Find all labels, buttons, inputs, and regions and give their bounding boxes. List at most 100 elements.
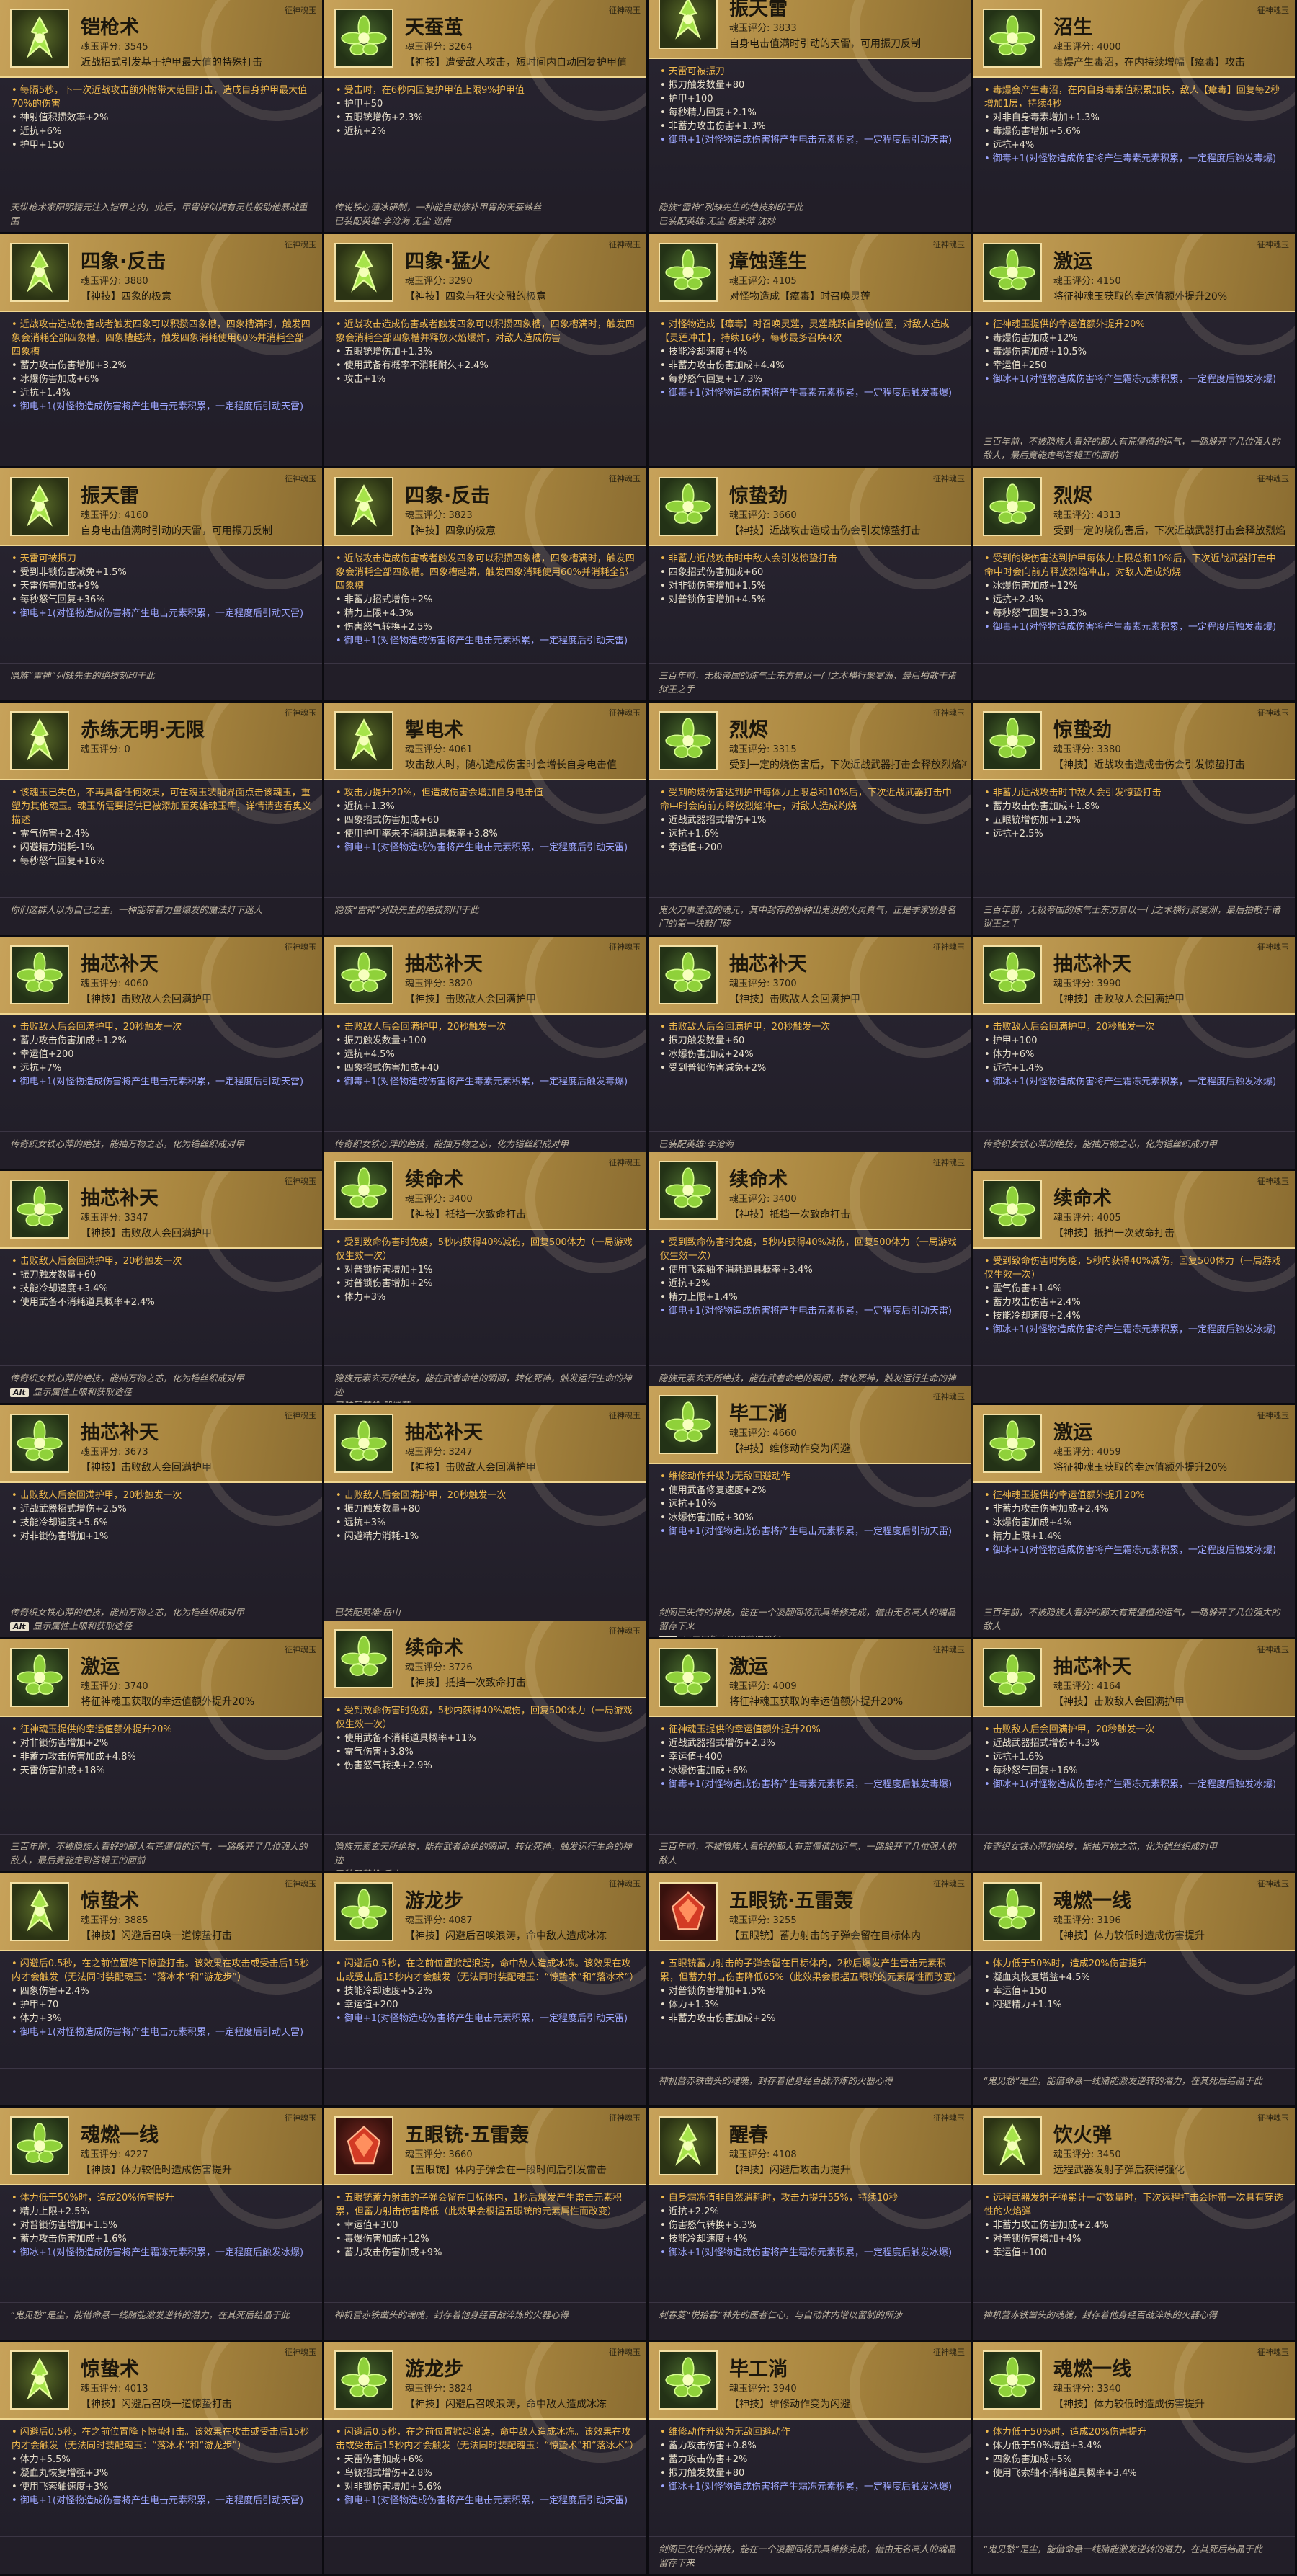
item-skill-summary: 将征神魂玉获取的幸运值额外提升20%	[81, 1696, 255, 1708]
item-name: 激运	[1053, 251, 1092, 273]
stat-line: • 幸运值+250	[984, 360, 1047, 371]
element-stat-line: • 御电+1(对怪物造成伤害将产生电击元素积累，一定程度后引动天雷)	[12, 2495, 304, 2506]
item-tooltip-card[interactable]: 振天雷 魂玉评分: 4160 自身电击值满时引动的天雷，可用振刀反制 征神魂玉 • 天雷…	[0, 468, 324, 703]
item-score: 魂玉评分: 3400	[729, 1194, 797, 1205]
item-name: 饮火弹	[1053, 2124, 1112, 2147]
lore-text: 传说铁心薄冰研制，一种能自动修补甲胄的天蚕蛛丝 已装配英雄:李沧海 无尘 迦南	[324, 195, 646, 232]
lore-text: 你们这群人以为自己之主，一种能带着力量爆发的魔法灯下迷人	[0, 897, 322, 935]
item-score: 魂玉评分: 3196	[1053, 1915, 1121, 1926]
quality-tag: 征神魂玉	[285, 474, 316, 483]
card-header: 抽芯补天 魂玉评分: 3700 【神技】击败敌人会回满护甲 征神魂玉	[648, 937, 971, 1058]
item-tooltip-card[interactable]: 赤练无明·无限 魂玉评分: 0 征神魂玉 • 该魂玉已失色，不再具备任何效果，可在魂玉…	[0, 703, 324, 937]
item-tooltip-card[interactable]: 激运 魂玉评分: 3740 将征神魂玉获取的幸运值额外提升20% 征神魂玉 • 征神魂玉…	[0, 1639, 324, 1873]
item-tooltip-card[interactable]: 激运 魂玉评分: 4009 将征神魂玉获取的幸运值额外提升20% 征神魂玉 • 征神魂玉…	[648, 1639, 973, 1873]
alt-hint-row[interactable]: Alt显示属性上限和获取途径	[10, 1384, 312, 1398]
item-skill-summary: 【神技】击败敌人会回满护甲	[81, 994, 212, 1005]
element-stat-line: • 御电+1(对怪物造成伤害将产生电击元素积累，一定程度后引动天雷)	[660, 135, 953, 146]
quality-tag: 征神魂玉	[609, 708, 641, 718]
lore-text: 天纵枪术家阳明精元注入铠甲之内，此后，甲胄好似拥有灵性般助他暴战重围	[0, 195, 322, 232]
element-stat-line: • 御冰+1(对怪物造成伤害将产生霜冻元素积累，一定程度后触发冰爆)	[984, 1324, 1277, 1335]
stat-line: • 伤害怒气转换+2.5%	[336, 622, 432, 633]
quality-tag: 征神魂玉	[285, 1645, 316, 1654]
item-tooltip-card[interactable]: 四象·反击 魂玉评分: 3880 【神技】四象的极意 征神魂玉 • 近战攻击造成伤害或者…	[0, 234, 324, 468]
card-header: 续命术 魂玉评分: 3400 【神技】抵挡一次致命打击 征神魂玉	[324, 1152, 646, 1273]
item-tooltip-card[interactable]: 抽芯补天 魂玉评分: 3347 【神技】击败敌人会回满护甲 征神魂玉 • 击败敌人后会回…	[0, 1171, 324, 1405]
item-tooltip-card[interactable]: 抽芯补天 魂玉评分: 3820 【神技】击败敌人会回满护甲 征神魂玉 • 击败敌人后会回…	[324, 937, 648, 1171]
item-tooltip-card[interactable]: 毕工淌 魂玉评分: 4660 【神技】维修动作变为闪避 征神魂玉 • 维修动作升级为无敌…	[648, 1386, 973, 1639]
alt-hint-text: 显示属性上限和获取途径	[682, 1634, 781, 1637]
card-header: 魂燃一线 魂玉评分: 3340 【神技】体力较低时造成伤害提升 征神魂玉	[973, 2342, 1295, 2463]
item-tooltip-card[interactable]: 惊蛰术 魂玉评分: 4013 【神技】闪避后召唤一道惊蛰打击 征神魂玉 • 闪避后0.5…	[0, 2342, 324, 2576]
item-tooltip-card[interactable]: 振天雷魂玉评分: 3833自身电击值满时引动的天雷，可用振刀反制征神魂玉• 天雷…	[648, 0, 973, 234]
item-tooltip-card[interactable]: 烈烬 魂玉评分: 3315 受到一定的烧伤害后，下次近战武器打击会释放烈焰冲击 征神魂…	[648, 703, 973, 937]
stat-line: • 毒爆伤害增加+5.6%	[984, 126, 1081, 137]
item-name: 续命术	[405, 1637, 463, 1659]
item-tooltip-card[interactable]: 沼生 魂玉评分: 4000 毒爆产生毒沼，在内持续增幅【瘴毒】攻击 征神魂玉 • 毒爆会…	[973, 0, 1297, 234]
equip-prefix: 已装配英雄:	[659, 215, 707, 226]
alt-hint-row[interactable]: Alt显示属性上限和获取途径	[659, 1632, 961, 1637]
stat-line: • 技能冷却速度+2.4%	[984, 1311, 1081, 1322]
stat-line: • 蓄力攻击伤害增加+3.2%	[12, 360, 127, 371]
lore-text: 传奇织女铁心萍的绝技，能抽万物之芯，化为铠丝织成对甲	[0, 1131, 322, 1169]
quality-tag: 征神魂玉	[1257, 1411, 1289, 1420]
item-tooltip-card[interactable]: 醒春 魂玉评分: 4108 【神技】闪避后攻击力提升 征神魂玉 • 自身霜冻值非自然消耗…	[648, 2108, 973, 2342]
item-tooltip-card[interactable]: 魂燃一线 魂玉评分: 4227 【神技】体力较低时造成伤害提升 征神魂玉 • 体力低于5…	[0, 2108, 324, 2342]
item-tooltip-card[interactable]: 惊蛰劲 魂玉评分: 3660 【神技】近战攻击造成击伤会引发惊蛰打击 征神魂玉 • 非蓄…	[648, 468, 973, 703]
item-tooltip-card[interactable]: 激运 魂玉评分: 4059 将征神魂玉获取的幸运值额外提升20% 征神魂玉 • 征神魂玉…	[973, 1405, 1297, 1639]
item-tooltip-card[interactable]: 惊蛰术 魂玉评分: 3885 【神技】闪避后召唤一道惊蛰打击 征神魂玉 • 闪避后0.5…	[0, 1873, 324, 2108]
item-tooltip-card[interactable]: 饮火弹 魂玉评分: 3450 远程武器发射子弹后获得强化 征神魂玉 • 远程武器发射子弹…	[973, 2108, 1297, 2342]
item-tooltip-card[interactable]: 续命术 魂玉评分: 4005 【神技】抵挡一次致命打击 征神魂玉 • 受到致命伤害时免疫…	[973, 1171, 1297, 1405]
soul-jade-gem-icon	[659, 1882, 718, 1941]
equip-prefix: 已装配英雄:	[334, 1607, 383, 1618]
item-tooltip-card[interactable]: 魂燃一线 魂玉评分: 3196 【神技】体力较低时造成伤害提升 征神魂玉 • 体力低于5…	[973, 1873, 1297, 2108]
item-tooltip-card[interactable]: 五眼铳·五雷轰 魂玉评分: 3660 【五眼铳】体内子弹会在一段时间后引发雷击 征神魂…	[324, 2108, 648, 2342]
item-tooltip-card[interactable]: 抽芯补天 魂玉评分: 3700 【神技】击败敌人会回满护甲 征神魂玉 • 击败敌人后会回…	[648, 937, 973, 1171]
stat-line: • 每秒精力回复+2.1%	[660, 107, 757, 118]
quality-tag: 征神魂玉	[285, 2348, 316, 2357]
card-header: 游龙步 魂玉评分: 4087 【神技】闪避后召唤浪涛，命中敌人造成冰冻 征神魂玉	[324, 1873, 646, 1995]
item-tooltip-card[interactable]: 抽芯补天 魂玉评分: 4060 【神技】击败敌人会回满护甲 征神魂玉 • 击败敌人后会回…	[0, 937, 324, 1171]
lore-text: 刺春菱“悦拾春”林先的医者仁心，与自动体内增以留制的所涉	[648, 2302, 971, 2340]
equip-prefix: 已装配英雄:	[334, 215, 383, 226]
soul-jade-flower-icon	[983, 9, 1042, 68]
item-tooltip-card[interactable]: 抽芯补天 魂玉评分: 3247 【神技】击败敌人会回满护甲 征神魂玉 • 击败敌人后会回…	[324, 1405, 648, 1639]
item-tooltip-card[interactable]: 惊蛰劲 魂玉评分: 3380 【神技】近战攻击造成击伤会引发惊蛰打击 征神魂玉 • 非蓄…	[973, 703, 1297, 937]
item-tooltip-card[interactable]: 四象·猛火 魂玉评分: 3290 【神技】四象与狂火交融的极意 征神魂玉 • 近战攻击造…	[324, 234, 648, 468]
card-header: 续命术 魂玉评分: 4005 【神技】抵挡一次致命打击 征神魂玉	[973, 1171, 1295, 1292]
item-tooltip-card[interactable]: 续命术 魂玉评分: 3400 【神技】抵挡一次致命打击 征神魂玉 • 受到致命伤害时免疫…	[648, 1152, 973, 1405]
item-tooltip-card[interactable]: 魂燃一线 魂玉评分: 3340 【神技】体力较低时造成伤害提升 征神魂玉 • 体力低于5…	[973, 2342, 1297, 2576]
item-tooltip-card[interactable]: 铠枪术 魂玉评分: 3545 近战招式引发基于护甲最大值的特殊打击 征神魂玉 • 每隔5…	[0, 0, 324, 234]
lore-line: 剑阁已失传的神技，能在一个凌翻间将武具维修完成，借由无名高人的魂晶留存下来	[659, 2544, 956, 2568]
item-tooltip-card[interactable]: 续命术 魂玉评分: 3726 【神技】抵挡一次致命打击 征神魂玉 • 受到致命伤害时免疫…	[324, 1621, 648, 1873]
alt-hint-row[interactable]: Alt显示属性上限和获取途径	[10, 1618, 312, 1632]
lore-line: 神机营赤铁凿头的魂魄，封存着他身经百战淬炼的火器心得	[659, 2075, 893, 2086]
stat-line: • 幸运值+200	[660, 842, 723, 853]
item-tooltip-card[interactable]: 抽芯补天 魂玉评分: 3990 【神技】击败敌人会回满护甲 征神魂玉 • 击败敌人后会回…	[973, 937, 1297, 1171]
item-tooltip-card[interactable]: 烈烬 魂玉评分: 4313 受到一定的烧伤害后，下次近战武器打击会释放烈焰 征神魂玉 •…	[973, 468, 1297, 703]
stat-line: • 幸运值+100	[984, 2247, 1047, 2258]
item-tooltip-card[interactable]: 抽芯补天 魂玉评分: 4164 【神技】击败敌人会回满护甲 征神魂玉 • 击败敌人后会回…	[973, 1639, 1297, 1873]
stat-line: • 闪避精力+1.1%	[984, 2000, 1062, 2010]
stat-line: • 使用飞索轴速度+3%	[12, 2482, 109, 2492]
item-tooltip-card[interactable]: 毕工淌 魂玉评分: 3940 【神技】维修动作变为闪避 征神魂玉 • 维修动作升级为无敌…	[648, 2342, 973, 2576]
item-tooltip-card[interactable]: 抽芯补天 魂玉评分: 3673 【神技】击败敌人会回满护甲 征神魂玉 • 击败敌人后会回…	[0, 1405, 324, 1639]
card-header: 五眼铳·五雷轰 魂玉评分: 3660 【五眼铳】体内子弹会在一段时间后引发雷击 征神魂…	[324, 2108, 646, 2229]
item-tooltip-card[interactable]: 掣电术 魂玉评分: 4061 攻击敌人时，随机造成伤害时会增长自身电击值 征神魂玉 • …	[324, 703, 648, 937]
card-header: 魂燃一线 魂玉评分: 3196 【神技】体力较低时造成伤害提升 征神魂玉	[973, 1873, 1295, 1995]
item-tooltip-card[interactable]: 游龙步 魂玉评分: 4087 【神技】闪避后召唤浪涛，命中敌人造成冰冻 征神魂玉 • 闪…	[324, 1873, 648, 2108]
lore-line: 剑阁已失传的神技，能在一个凌翻间将武具维修完成，借由无名高人的魂晶留存下来	[659, 1607, 956, 1631]
card-header: 四象·反击 魂玉评分: 3823 【神技】四象的极意 征神魂玉	[324, 468, 646, 589]
item-tooltip-card[interactable]: 四象·反击 魂玉评分: 3823 【神技】四象的极意 征神魂玉 • 近战攻击造成伤害或者…	[324, 468, 648, 703]
item-tooltip-card[interactable]: 激运 魂玉评分: 4150 将征神魂玉获取的幸运值额外提升20% 征神魂玉 • 征神魂玉…	[973, 234, 1297, 468]
lore-line: 三百年前，不被隐族人看好的鄙大有荒僵值的运气，一路躲开了几位强大的敌人，最后竟能…	[983, 436, 1280, 460]
lore-text	[973, 195, 1295, 232]
item-tooltip-card[interactable]: 天蚕茧 魂玉评分: 3264 【神技】遭受敌人攻击，短时间内自动回复护甲值 征神魂玉 •…	[324, 0, 648, 234]
item-tooltip-card[interactable]: 五眼铳·五雷轰 魂玉评分: 3255 【五眼铳】蓄力射击的子弹会留在目标体内 征神魂玉…	[648, 1873, 973, 2108]
lore-text: 传奇织女铁心萍的绝技，能抽万物之芯，化为铠丝织成对甲 Alt 显示属性上限和获取途径	[0, 1600, 322, 1637]
item-tooltip-card[interactable]: 瘴蚀莲生 魂玉评分: 4105 对怪物造成【瘴毒】时召唤灵莲 征神魂玉 • 对怪物造成【…	[648, 234, 973, 468]
element-stat-line: • 御冰+1(对怪物造成伤害将产生霜冻元素积累，一定程度后触发冰爆)	[660, 2247, 953, 2258]
item-tooltip-card[interactable]: 续命术 魂玉评分: 3400 【神技】抵挡一次致命打击 征神魂玉 • 受到致命伤害时免疫…	[324, 1152, 648, 1405]
lore-line: “鬼见愁”是尘，能借命悬一线赌能激发逆转的潜力，在其死后结晶于此	[983, 2544, 1262, 2554]
item-name: 抽芯补天	[729, 953, 807, 976]
item-tooltip-card[interactable]: 游龙步 魂玉评分: 3824 【神技】闪避后召唤浪涛，命中敌人造成冰冻 征神魂玉 • 闪…	[324, 2342, 648, 2576]
